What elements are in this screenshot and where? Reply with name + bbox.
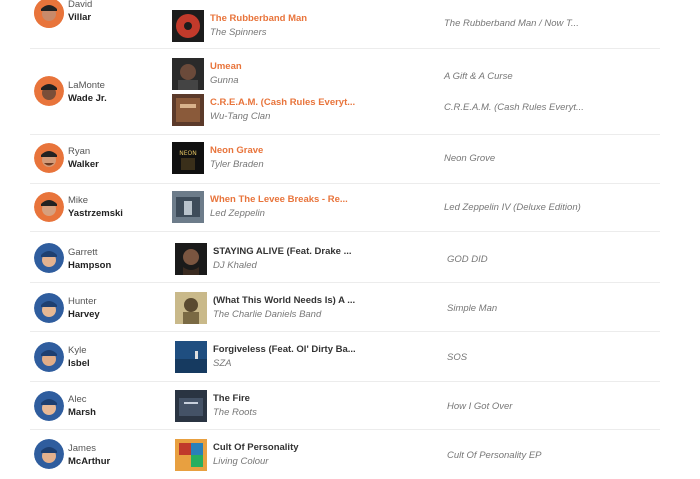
player-row[interactable]: Kyle Isbel Forgiveless (Feat. Ol' Dirty … xyxy=(30,331,660,382)
player-name: Kyle Isbel xyxy=(68,344,90,370)
player-name: James McArthur xyxy=(68,442,110,468)
song-entry[interactable]: Umean Gunna xyxy=(172,58,442,90)
player-last-name: Marsh xyxy=(68,407,96,418)
album-name: C.R.E.A.M. (Cash Rules Everyt... xyxy=(444,102,584,113)
song-entry[interactable]: The Rubberband Man The Spinners xyxy=(172,10,442,42)
album-name: How I Got Over xyxy=(447,401,513,412)
player-last-name: McArthur xyxy=(68,456,111,467)
song-title-link[interactable]: STAYING ALIVE (Feat. Drake ... xyxy=(213,246,352,257)
player-row[interactable]: Garrett Hampson STAYING ALIVE (Feat. Dra… xyxy=(30,231,660,283)
player-name: Garrett Hampson xyxy=(68,246,111,272)
song-entry[interactable]: (What This World Needs Is) A ... The Cha… xyxy=(175,292,445,324)
player-name: Hunter Harvey xyxy=(68,295,100,321)
song-title-link[interactable]: The Rubberband Man xyxy=(210,13,307,24)
song-title-link[interactable]: The Fire xyxy=(213,393,250,404)
song-title-link[interactable]: Cult Of Personality xyxy=(213,442,299,453)
album-name: A Gift & A Curse xyxy=(444,71,513,82)
player-row[interactable]: Hunter Harvey (What This World Needs Is)… xyxy=(30,282,660,332)
player-row[interactable]: David Villar The Rubberband Man The Spin… xyxy=(30,0,660,49)
song-title-link[interactable]: When The Levee Breaks - Re... xyxy=(210,194,348,205)
song-artist: DJ Khaled xyxy=(213,260,257,271)
song-artist: Led Zeppelin xyxy=(210,208,265,219)
album-art xyxy=(175,439,207,471)
player-avatar xyxy=(34,243,64,273)
player-avatar xyxy=(34,293,64,323)
player-name: Mike Yastrzemski xyxy=(68,194,123,220)
player-last-name: Harvey xyxy=(68,309,100,320)
album-name: The Rubberband Man / Now T... xyxy=(444,18,579,29)
song-title-link[interactable]: Neon Grave xyxy=(210,145,263,156)
album-art xyxy=(175,292,207,324)
album-name: SOS xyxy=(447,352,468,363)
album-name: Cult Of Personality EP xyxy=(447,450,542,461)
song-artist: Living Colour xyxy=(213,456,269,467)
player-avatar xyxy=(34,143,64,173)
player-first-name: Ryan xyxy=(68,146,91,157)
player-avatar xyxy=(34,439,64,469)
player-row[interactable]: Alec Marsh The Fire The Roots How I Got … xyxy=(30,381,660,430)
song-entry[interactable]: C.R.E.A.M. (Cash Rules Everyt... Wu-Tang… xyxy=(172,94,442,126)
player-last-name: Yastrzemski xyxy=(68,208,123,219)
song-artist: The Spinners xyxy=(210,27,267,38)
player-avatar xyxy=(34,192,64,222)
player-first-name: Mike xyxy=(68,195,89,206)
player-first-name: David xyxy=(68,0,93,10)
album-name: Neon Grove xyxy=(444,153,496,164)
player-first-name: LaMonte xyxy=(68,80,105,91)
song-artist: The Roots xyxy=(213,407,257,418)
player-first-name: Kyle xyxy=(68,345,87,356)
player-row[interactable]: LaMonte Wade Jr. Umean Gunna A Gift & A … xyxy=(30,48,660,135)
song-entry[interactable]: The Fire The Roots xyxy=(175,390,445,422)
player-name: David Villar xyxy=(68,0,92,24)
song-artist: The Charlie Daniels Band xyxy=(213,309,322,320)
song-title-link[interactable]: C.R.E.A.M. (Cash Rules Everyt... xyxy=(210,97,355,108)
player-row[interactable]: Ryan Walker NEON Neon Grave Tyler Braden… xyxy=(30,134,660,184)
album-name: Led Zeppelin IV (Deluxe Edition) xyxy=(444,202,581,213)
player-last-name: Isbel xyxy=(68,358,90,369)
song-title-link[interactable]: (What This World Needs Is) A ... xyxy=(213,295,355,306)
song-entry[interactable]: STAYING ALIVE (Feat. Drake ... DJ Khaled xyxy=(175,243,445,275)
player-row[interactable]: Mike Yastrzemski When The Levee Breaks -… xyxy=(30,183,660,232)
song-artist: Tyler Braden xyxy=(210,159,264,170)
player-first-name: Hunter xyxy=(68,296,97,307)
album-art: NEON xyxy=(172,142,204,174)
player-avatar xyxy=(34,76,64,106)
player-first-name: Garrett xyxy=(68,247,98,258)
album-art xyxy=(172,191,204,223)
song-artist: Gunna xyxy=(210,75,239,86)
album-art xyxy=(172,94,204,126)
album-name: Simple Man xyxy=(447,303,498,314)
song-title-link[interactable]: Forgiveless (Feat. Ol' Dirty Ba... xyxy=(213,344,356,355)
player-avatar xyxy=(34,342,64,372)
player-last-name: Walker xyxy=(68,159,99,170)
player-avatar xyxy=(34,391,64,421)
song-entry[interactable]: Cult Of Personality Living Colour xyxy=(175,439,445,471)
player-last-name: Villar xyxy=(68,12,92,23)
song-artist: Wu-Tang Clan xyxy=(210,111,271,122)
player-last-name: Hampson xyxy=(68,260,112,271)
album-art xyxy=(175,341,207,373)
album-art xyxy=(175,390,207,422)
player-avatar xyxy=(34,0,64,28)
player-first-name: James xyxy=(68,443,96,454)
player-row[interactable]: James McArthur Cult Of Personality Livin… xyxy=(30,429,660,479)
album-name: GOD DID xyxy=(447,254,488,265)
player-name: LaMonte Wade Jr. xyxy=(68,79,107,105)
player-first-name: Alec xyxy=(68,394,87,405)
player-name: Ryan Walker xyxy=(68,145,99,171)
song-entry[interactable]: When The Levee Breaks - Re... Led Zeppel… xyxy=(172,191,442,223)
song-entry[interactable]: NEON Neon Grave Tyler Braden xyxy=(172,142,442,174)
album-art xyxy=(175,243,207,275)
song-title-link[interactable]: Umean xyxy=(210,61,242,72)
player-last-name: Wade Jr. xyxy=(68,93,107,104)
song-artist: SZA xyxy=(213,358,232,369)
player-name: Alec Marsh xyxy=(68,393,96,419)
album-art xyxy=(172,58,204,90)
song-entry[interactable]: Forgiveless (Feat. Ol' Dirty Ba... SZA xyxy=(175,341,445,373)
album-art xyxy=(172,10,204,42)
svg-text:NEON: NEON xyxy=(179,150,197,157)
